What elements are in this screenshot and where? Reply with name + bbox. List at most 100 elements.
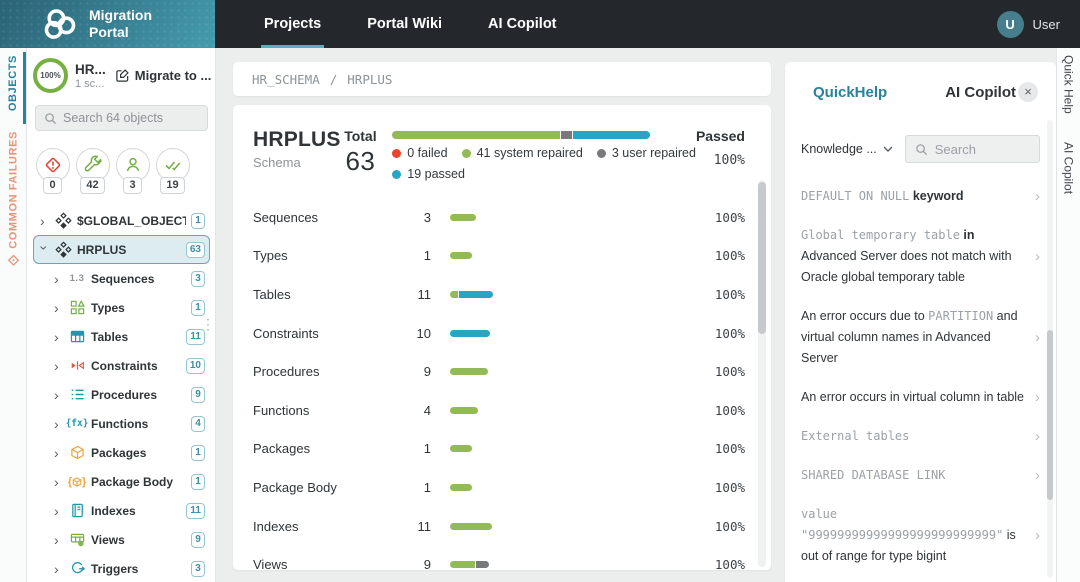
knowledge-dropdown[interactable]: Knowledge ... bbox=[801, 142, 893, 156]
help-scrollbar-thumb[interactable] bbox=[1047, 330, 1053, 500]
close-icon[interactable]: × bbox=[1018, 82, 1038, 102]
filter-failed[interactable]: 0 bbox=[34, 148, 71, 194]
tree-item-procedures[interactable]: ›Procedures9 bbox=[33, 380, 210, 409]
chevron-right-icon[interactable]: › bbox=[54, 272, 63, 286]
count-badge: 1 bbox=[191, 474, 205, 490]
knowledge-item-4[interactable]: An error occurs in virtual column in tab… bbox=[801, 378, 1040, 417]
user-menu[interactable]: U User bbox=[997, 0, 1080, 48]
chevron-right-icon[interactable]: › bbox=[54, 475, 63, 489]
chevron-right-icon[interactable]: › bbox=[54, 330, 63, 344]
object-row-label: Package Body bbox=[253, 480, 401, 495]
main-scrollbar-thumb[interactable] bbox=[758, 182, 766, 334]
top-bar: Migration Portal Projects Portal Wiki AI… bbox=[0, 0, 1080, 48]
rail-tab-ai-copilot[interactable]: AI Copilot bbox=[1062, 142, 1076, 194]
tree-item-types[interactable]: ›Types1 bbox=[33, 293, 210, 322]
filter-system-repaired[interactable]: 42 bbox=[74, 148, 111, 194]
chevron-right-icon[interactable]: › bbox=[54, 359, 63, 373]
chevron-right-icon[interactable]: › bbox=[54, 562, 63, 576]
knowledge-item-8[interactable]: DEFAULT ON NULL AS IDENTITY› bbox=[801, 576, 1040, 582]
tree-item-label: Packages bbox=[91, 446, 146, 460]
knowledge-item-2[interactable]: Global temporary table in Advanced Serve… bbox=[801, 216, 1040, 297]
search-input[interactable] bbox=[63, 111, 199, 125]
rail-tab-objects[interactable]: OBJECTS bbox=[7, 55, 19, 111]
chevron-right-icon[interactable]: › bbox=[54, 417, 63, 431]
tree-item-packages[interactable]: ›Packages1 bbox=[33, 438, 210, 467]
tree-item-global-objects[interactable]: ›$GLOBAL_OBJECTS1 bbox=[33, 206, 210, 235]
object-row-functions[interactable]: Functions4100% bbox=[253, 391, 745, 430]
chevron-right-icon[interactable]: › bbox=[54, 533, 63, 547]
object-row-bar bbox=[450, 445, 472, 452]
rail-tab-common-failures[interactable]: COMMON FAILURES bbox=[7, 131, 20, 267]
legend-label: 41 system repaired bbox=[477, 146, 583, 160]
tree-item-hrplus[interactable]: ›HRPLUS63 bbox=[33, 235, 210, 264]
tab-ai-copilot[interactable]: AI Copilot bbox=[945, 84, 1016, 101]
rail-tab-quick-help[interactable]: Quick Help bbox=[1062, 55, 1076, 114]
breadcrumb-schema[interactable]: HR_SCHEMA bbox=[252, 72, 320, 87]
bar-legend: 0 failed41 system repaired3 user repaire… bbox=[392, 146, 696, 181]
object-row-indexes[interactable]: Indexes11100% bbox=[253, 507, 745, 546]
chevron-down-icon[interactable]: › bbox=[38, 245, 52, 254]
knowledge-item-6[interactable]: SHARED DATABASE LINK› bbox=[801, 456, 1040, 495]
object-row-sequences[interactable]: Sequences3100% bbox=[253, 198, 745, 237]
chevron-right-icon[interactable]: › bbox=[54, 504, 63, 518]
passed-icon bbox=[163, 155, 183, 175]
chevron-right-icon: › bbox=[1035, 428, 1040, 445]
knowledge-item-1[interactable]: DEFAULT ON NULL keyword› bbox=[801, 177, 1040, 216]
tree-item-constraints[interactable]: ›Constraints10 bbox=[33, 351, 210, 380]
chevron-right-icon[interactable]: › bbox=[54, 301, 63, 315]
object-row-tables[interactable]: Tables11100% bbox=[253, 275, 745, 314]
knowledge-item-5[interactable]: External tables› bbox=[801, 417, 1040, 456]
migrate-button[interactable]: Migrate to ... bbox=[115, 68, 212, 83]
object-row-package-body[interactable]: Package Body1100% bbox=[253, 468, 745, 507]
breadcrumb-object[interactable]: HRPLUS bbox=[347, 72, 392, 87]
tree-item-triggers[interactable]: ›Triggers3 bbox=[33, 554, 210, 582]
schema-summary-card: HRPLUS Schema Total 63 0 failed41 system… bbox=[233, 105, 771, 570]
filter-passed[interactable]: 19 bbox=[154, 148, 191, 194]
object-row-types[interactable]: Types1100% bbox=[253, 237, 745, 276]
tree-item-package-body[interactable]: ›{}Package Body1 bbox=[33, 467, 210, 496]
legend-item: 41 system repaired bbox=[462, 146, 583, 160]
tree-item-sequences[interactable]: ›1.3Sequences3 bbox=[33, 264, 210, 293]
nav-tab-projects[interactable]: Projects bbox=[241, 0, 344, 48]
user-repaired-count: 3 bbox=[123, 177, 141, 194]
help-scrollbar[interactable] bbox=[1047, 120, 1053, 578]
chevron-right-icon[interactable]: › bbox=[40, 214, 49, 228]
total-label: Total bbox=[341, 128, 381, 144]
help-header: QuickHelp AI Copilot × bbox=[801, 82, 1040, 102]
chevron-right-icon[interactable]: › bbox=[54, 388, 63, 402]
filter-user-repaired[interactable]: 3 bbox=[114, 148, 151, 194]
object-row-procedures[interactable]: Procedures9100% bbox=[253, 352, 745, 391]
object-row-percent: 100% bbox=[689, 480, 745, 495]
object-row-bar bbox=[450, 407, 478, 414]
chevron-right-icon: › bbox=[1035, 467, 1040, 484]
chevron-right-icon[interactable]: › bbox=[54, 446, 63, 460]
passed-value: 100% bbox=[696, 153, 745, 168]
main-scrollbar[interactable] bbox=[758, 180, 766, 567]
object-row-bar bbox=[450, 214, 476, 221]
object-row-packages[interactable]: Packages1100% bbox=[253, 430, 745, 469]
tree-item-indexes[interactable]: ›Indexes11 bbox=[33, 496, 210, 525]
object-row-percent: 100% bbox=[689, 519, 745, 534]
knowledge-item-7[interactable]: value "99999999999999999999999999" is ou… bbox=[801, 495, 1040, 576]
failed-count: 0 bbox=[43, 177, 61, 194]
help-search-input[interactable] bbox=[935, 142, 1030, 157]
brand[interactable]: Migration Portal bbox=[0, 0, 215, 48]
tree-item-label: Triggers bbox=[91, 562, 138, 576]
knowledge-item-3[interactable]: An error occurs due to PARTITION and vir… bbox=[801, 297, 1040, 378]
legend-item: 19 passed bbox=[392, 167, 465, 181]
tree-item-label: Views bbox=[91, 533, 125, 547]
tree-item-label: Functions bbox=[91, 417, 148, 431]
object-row-views[interactable]: Views9100% bbox=[253, 545, 745, 570]
tree-item-views[interactable]: ›Views9 bbox=[33, 525, 210, 554]
nav-tab-portal-wiki[interactable]: Portal Wiki bbox=[344, 0, 465, 48]
tree-item-label: $GLOBAL_OBJECTS bbox=[77, 214, 186, 228]
tree-item-functions[interactable]: ›{fx}Functions4 bbox=[33, 409, 210, 438]
nav-tab-ai-copilot[interactable]: AI Copilot bbox=[465, 0, 579, 48]
object-row-constraints[interactable]: Constraints10100% bbox=[253, 314, 745, 353]
count-badge: 63 bbox=[186, 242, 205, 258]
tab-quickhelp[interactable]: QuickHelp bbox=[813, 84, 887, 101]
tree-item-tables[interactable]: ›Tables11 bbox=[33, 322, 210, 351]
object-row-percent: 100% bbox=[689, 287, 745, 302]
panel-resize-handle[interactable]: ⋮ bbox=[201, 316, 215, 333]
user-name: User bbox=[1033, 17, 1060, 32]
